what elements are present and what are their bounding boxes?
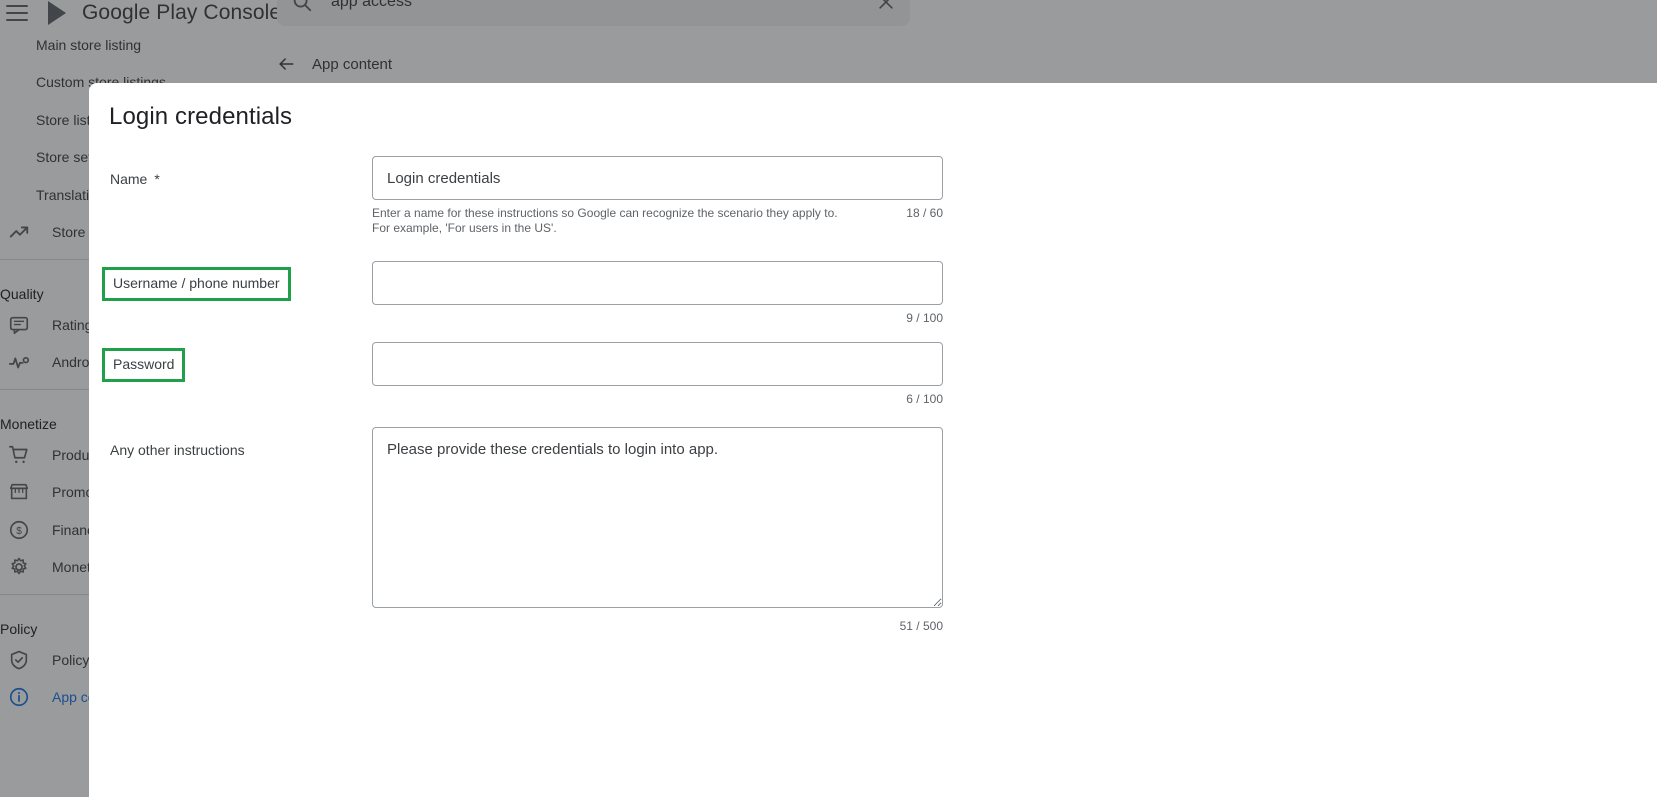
- password-input[interactable]: [372, 342, 943, 386]
- label-cell-password: Password: [89, 342, 372, 382]
- name-helper-row: Enter a name for these instructions so G…: [372, 206, 943, 236]
- username-input[interactable]: [372, 261, 943, 305]
- password-character-counter: 6 / 100: [906, 392, 943, 406]
- username-helper-row: 9 / 100: [372, 311, 943, 326]
- username-label-text: Username / phone number: [113, 275, 280, 291]
- label-cell-instructions: Any other instructions: [89, 427, 372, 460]
- password-helper-row: 6 / 100: [372, 392, 943, 407]
- instructions-character-counter: 51 / 500: [899, 619, 943, 633]
- password-label-text: Password: [113, 356, 175, 372]
- label-cell-name: Name *: [89, 156, 372, 189]
- field-control-username: 9 / 100: [372, 261, 943, 326]
- name-input[interactable]: [372, 156, 943, 200]
- field-control-password: 6 / 100: [372, 342, 943, 407]
- field-row-password: Password 6 / 100: [89, 342, 1657, 407]
- login-credentials-form: Name * Enter a name for these instruction…: [89, 156, 1657, 634]
- instructions-field-label: Any other instructions: [89, 427, 372, 460]
- field-control-instructions: 51 / 500: [372, 427, 943, 634]
- required-marker: *: [154, 171, 160, 187]
- instructions-label-text: Any other instructions: [110, 442, 245, 458]
- field-row-instructions: Any other instructions 51 / 500: [89, 427, 1657, 634]
- name-helper-text: Enter a name for these instructions so G…: [372, 206, 838, 235]
- login-credentials-dialog: Login credentials Name * Enter a name for…: [89, 83, 1657, 797]
- instructions-helper-row: 51 / 500: [372, 619, 943, 634]
- field-control-name: Enter a name for these instructions so G…: [372, 156, 943, 236]
- dialog-title: Login credentials: [109, 103, 293, 130]
- username-field-label: Username / phone number: [102, 267, 291, 301]
- field-row-name: Name * Enter a name for these instruction…: [89, 156, 1657, 236]
- name-label-text: Name: [110, 171, 148, 187]
- field-row-username: Username / phone number 9 / 100: [89, 261, 1657, 326]
- name-character-counter: 18 / 60: [906, 206, 943, 220]
- instructions-textarea[interactable]: [372, 427, 943, 608]
- label-cell-username: Username / phone number: [89, 261, 372, 301]
- password-field-label: Password: [102, 348, 186, 382]
- username-character-counter: 9 / 100: [906, 311, 943, 325]
- name-field-label: Name *: [89, 156, 372, 189]
